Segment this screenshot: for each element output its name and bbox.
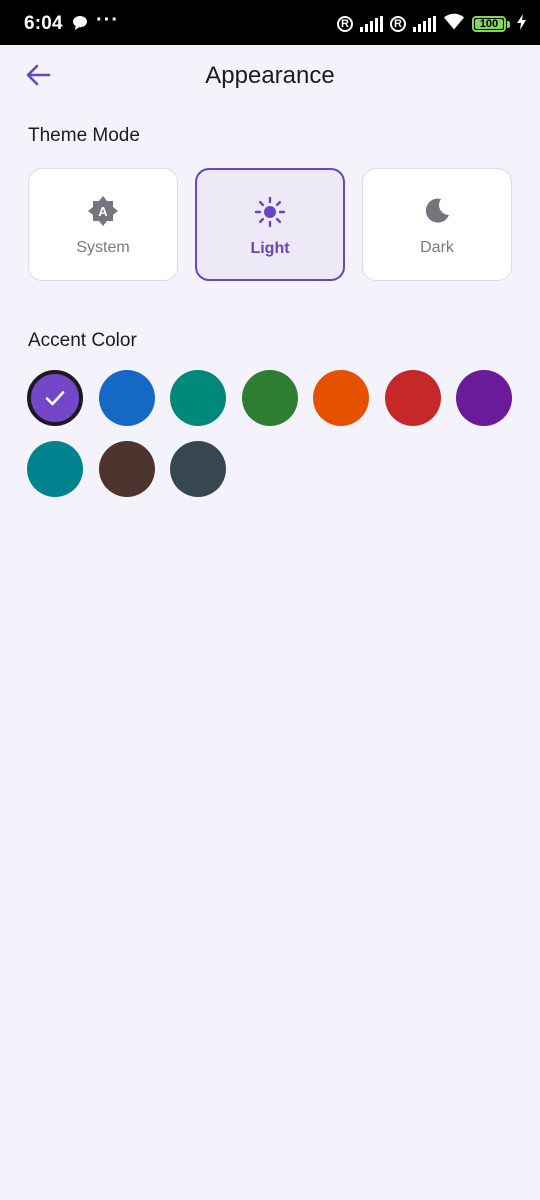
accent-color-swatch[interactable]	[170, 370, 226, 426]
accent-color-heading: Accent Color	[28, 330, 137, 351]
svg-text:A: A	[98, 204, 108, 219]
status-icons: R R 100	[337, 13, 526, 35]
accent-color-swatch[interactable]	[456, 370, 512, 426]
registered-icon: R	[337, 16, 353, 32]
more-notifications-icon: ···	[96, 9, 119, 31]
accent-color-swatch[interactable]	[241, 370, 298, 426]
battery-tip	[507, 20, 510, 28]
signal-icon-2	[413, 16, 436, 32]
accent-color-swatch[interactable]	[384, 370, 441, 426]
signal-icon	[360, 16, 383, 32]
theme-option-label: Dark	[420, 239, 454, 256]
charging-icon	[517, 13, 526, 35]
status-time: 6:04	[24, 13, 63, 34]
sun-icon	[254, 196, 286, 228]
chat-bubble-icon	[72, 15, 88, 36]
theme-mode-heading: Theme Mode	[28, 125, 140, 146]
theme-option-light[interactable]: Light	[195, 168, 345, 281]
theme-option-system[interactable]: A System	[28, 168, 178, 281]
accent-color-swatch[interactable]	[313, 370, 369, 426]
brightness-auto-icon: A	[87, 195, 119, 227]
accent-color-swatch[interactable]	[170, 441, 226, 497]
status-bar: 6:04 ··· R R 100	[0, 0, 540, 45]
accent-color-swatch[interactable]	[98, 370, 155, 426]
theme-option-label: Light	[250, 240, 290, 257]
page-title: Appearance	[205, 62, 335, 89]
theme-option-label: System	[76, 239, 130, 256]
accent-color-swatch[interactable]	[27, 370, 83, 426]
check-icon	[45, 391, 65, 406]
moon-icon	[421, 195, 453, 227]
battery-level: 100	[479, 18, 499, 30]
accent-color-swatch[interactable]	[27, 441, 83, 497]
battery-icon: 100	[472, 16, 506, 32]
accent-color-swatch[interactable]	[98, 441, 155, 497]
app-bar: Appearance	[0, 45, 540, 107]
theme-option-dark[interactable]: Dark	[362, 168, 512, 281]
registered-icon-2: R	[390, 16, 406, 32]
wifi-icon	[443, 13, 465, 35]
